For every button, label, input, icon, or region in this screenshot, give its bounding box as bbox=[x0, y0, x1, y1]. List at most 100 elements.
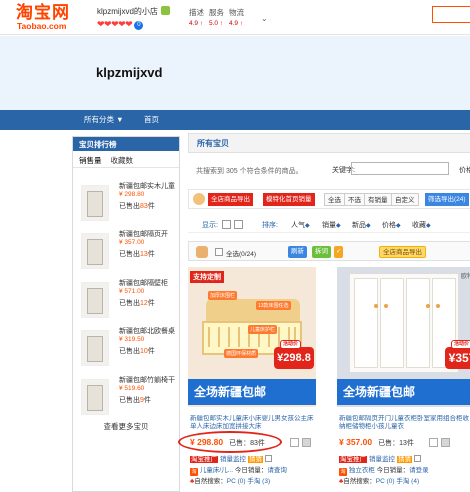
sold-count: 83 bbox=[140, 203, 148, 210]
item-name[interactable]: 新疆包邮隔壁柜 bbox=[119, 278, 177, 288]
sort-popularity[interactable]: 人气◆ bbox=[291, 220, 310, 230]
search-input[interactable] bbox=[432, 6, 470, 23]
sold-suffix: 件 bbox=[147, 300, 155, 307]
sort-new[interactable]: 新品◆ bbox=[352, 220, 371, 230]
compare-checkbox[interactable] bbox=[441, 438, 450, 447]
has-sales-button[interactable]: 有销量 bbox=[364, 193, 392, 206]
list-item[interactable]: 新疆包邮实木儿童 ¥ 298.80 已售出83件 bbox=[81, 181, 177, 225]
tab-sales[interactable]: 销售量 bbox=[79, 156, 102, 165]
list-view-icon[interactable] bbox=[234, 220, 243, 229]
query-link[interactable]: 请登录 bbox=[409, 467, 429, 474]
shop-name[interactable]: klpzmijxvd的小店 bbox=[97, 7, 158, 16]
list-item[interactable]: 新疆包邮竹躺椅干 ¥ 519.60 已售出9件 bbox=[81, 375, 177, 419]
select-none-button[interactable]: 不选 bbox=[344, 193, 365, 206]
grid-view-icon[interactable] bbox=[222, 220, 231, 229]
shop-nav: 所有分类 ▼ 首页 bbox=[0, 110, 470, 130]
product-title[interactable]: 新疆包邮实木儿童床小床婴儿男女孩公主床单人床边床加宽拼接大床 bbox=[190, 415, 314, 431]
select-all-button[interactable]: 全选 bbox=[324, 193, 345, 206]
split-words-button[interactable]: 拆词 bbox=[312, 246, 331, 258]
mobile-count[interactable]: 手淘 (4) bbox=[396, 478, 419, 485]
item-price: ¥ 571.00 bbox=[119, 288, 145, 295]
shipping-banner: 全场新疆包邮 bbox=[337, 379, 470, 405]
tool-row: 淘宝推广 销量监控 猜猜 bbox=[190, 453, 272, 463]
product-title[interactable]: 新疆包邮隔页开门儿童衣柜卧室家用组合柜收纳柜储物柜小孩儿童衣 bbox=[339, 415, 470, 431]
list-item[interactable]: 新疆包邮北欧餐桌 ¥ 319.50 已售出10件 bbox=[81, 326, 177, 370]
tab-favorites[interactable]: 收藏数 bbox=[111, 156, 134, 165]
sold-prefix: 已售出 bbox=[119, 348, 140, 355]
image-tag: 德国环保材质 bbox=[224, 349, 259, 358]
logo-cn: 淘宝网 bbox=[16, 3, 70, 23]
mobile-count[interactable]: 手淘 (3) bbox=[247, 478, 270, 485]
item-name[interactable]: 新疆包邮隔页开 bbox=[119, 229, 177, 239]
row-checkbox[interactable] bbox=[414, 455, 421, 462]
item-name[interactable]: 新疆包邮北欧餐桌 bbox=[119, 326, 177, 336]
shop-rating: ❤❤❤❤❤ 0 bbox=[97, 19, 144, 30]
product-thumbnail[interactable] bbox=[81, 282, 109, 318]
shop-banner: klpzmijxvd bbox=[0, 36, 470, 110]
promo-tag[interactable]: 淘宝推广 bbox=[190, 456, 218, 463]
sold-prefix: 已售出 bbox=[119, 397, 140, 404]
guess-tag[interactable]: 猜猜 bbox=[397, 456, 412, 463]
keyword-input[interactable] bbox=[351, 162, 449, 175]
sort-price[interactable]: 价格◆ bbox=[382, 220, 401, 230]
view-more-link[interactable]: 查看更多宝贝 bbox=[73, 421, 179, 432]
shop-name-line[interactable]: klpzmijxvd的小店 bbox=[97, 6, 170, 17]
taobao-logo[interactable]: 淘宝网 Taobao.com bbox=[16, 4, 82, 32]
image-tag: 加厚床围栏 bbox=[208, 291, 238, 300]
nav-all-categories[interactable]: 所有分类 ▼ bbox=[84, 114, 124, 125]
product-card[interactable]: 支持定制 加厚床围栏 13款床围任选 儿童床护栏 德国环保材质 活动价 ¥298… bbox=[178, 267, 316, 492]
list-item[interactable]: 新疆包邮隔壁柜 ¥ 571.00 已售出12件 bbox=[81, 278, 177, 322]
export-all-button[interactable]: 全店商品导出 bbox=[208, 193, 253, 206]
pc-count[interactable]: PC (0) bbox=[227, 478, 246, 485]
category-link[interactable]: 独立衣柜 bbox=[349, 467, 375, 474]
wardrobe-illustration bbox=[349, 273, 459, 373]
row-checkbox[interactable] bbox=[265, 455, 272, 462]
product-card[interactable]: 欧特 活动价 ¥357 全场新疆包邮 新疆包邮隔页开门儿童衣柜卧室家用组合柜收纳… bbox=[337, 267, 470, 492]
select-all-checkbox[interactable] bbox=[215, 248, 223, 256]
natural-search-label: 自然搜索： bbox=[194, 478, 227, 485]
guess-tag[interactable]: 猜猜 bbox=[248, 456, 263, 463]
category-link[interactable]: 儿童床/儿... bbox=[200, 467, 233, 474]
select-checkbox[interactable] bbox=[429, 438, 438, 447]
confirm-toggle[interactable]: ✓ bbox=[334, 246, 344, 258]
list-item[interactable]: 新疆包邮隔页开 ¥ 357.00 已售出13件 bbox=[81, 229, 177, 273]
sold-suffix: 件 bbox=[147, 348, 155, 355]
select-checkbox[interactable] bbox=[290, 438, 299, 447]
refresh-button[interactable]: 刷新 bbox=[288, 246, 307, 258]
product-thumbnail[interactable] bbox=[81, 233, 109, 269]
sold-prefix: 已售出 bbox=[119, 300, 140, 307]
sales-monitor-link[interactable]: 销量监控 bbox=[369, 456, 395, 463]
tool-row: 淘宝推广 销量监控 猜猜 bbox=[339, 453, 421, 463]
product-image[interactable]: 支持定制 加厚床围栏 13款床围任选 儿童床护栏 德国环保材质 活动价 ¥298… bbox=[188, 267, 316, 407]
sort-sales[interactable]: 销量◆ bbox=[322, 220, 341, 230]
dsr-expand-icon[interactable]: ⌄ bbox=[261, 14, 268, 23]
logo-en: Taobao.com bbox=[17, 21, 67, 31]
product-thumbnail[interactable] bbox=[81, 185, 109, 221]
product-thumbnail[interactable] bbox=[81, 379, 109, 415]
product-image[interactable]: 欧特 活动价 ¥357 全场新疆包邮 bbox=[337, 267, 470, 407]
sales-monitor-link[interactable]: 销量监控 bbox=[220, 456, 246, 463]
product-thumbnail[interactable] bbox=[81, 330, 109, 366]
plugin-avatar-icon bbox=[193, 193, 205, 205]
compare-checkbox[interactable] bbox=[302, 438, 311, 447]
item-name[interactable]: 新疆包邮竹躺椅干 bbox=[119, 375, 177, 385]
item-price: ¥ 357.00 bbox=[119, 239, 145, 246]
ranking-tabs: 销售量 收藏数 bbox=[73, 151, 179, 168]
pc-count[interactable]: PC (0) bbox=[376, 478, 395, 485]
sort-arrow-icon: ◆ bbox=[426, 223, 431, 229]
query-link[interactable]: 请查询 bbox=[267, 467, 287, 474]
model-sales-button[interactable]: 模特化首页销量 bbox=[263, 193, 315, 206]
sort-label: 排序: bbox=[262, 222, 278, 229]
sort-favorites[interactable]: 收藏◆ bbox=[412, 220, 431, 230]
ranking-title: 宝贝排行榜 bbox=[73, 137, 179, 151]
filter-export-button[interactable]: 筛选导出(24) bbox=[425, 193, 469, 206]
export-shop-button[interactable]: 全店商品导出 bbox=[379, 246, 426, 258]
item-name[interactable]: 新疆包邮实木儿童 bbox=[119, 181, 177, 191]
nav-home[interactable]: 首页 bbox=[144, 114, 159, 125]
sold-suffix: 件 bbox=[143, 397, 151, 404]
natural-search-row: ♣自然搜索：PC (0) 手淘 (4) bbox=[339, 475, 419, 485]
custom-button[interactable]: 自定义 bbox=[391, 193, 419, 206]
promo-tag[interactable]: 淘宝推广 bbox=[339, 456, 367, 463]
select-all-count[interactable]: 全选(0/24) bbox=[226, 248, 256, 258]
dsr-scores[interactable]: 描述 服务 物流 4.9 ↑ 5.0 ↑ 4.9 ↑ ⌄ bbox=[189, 7, 268, 27]
